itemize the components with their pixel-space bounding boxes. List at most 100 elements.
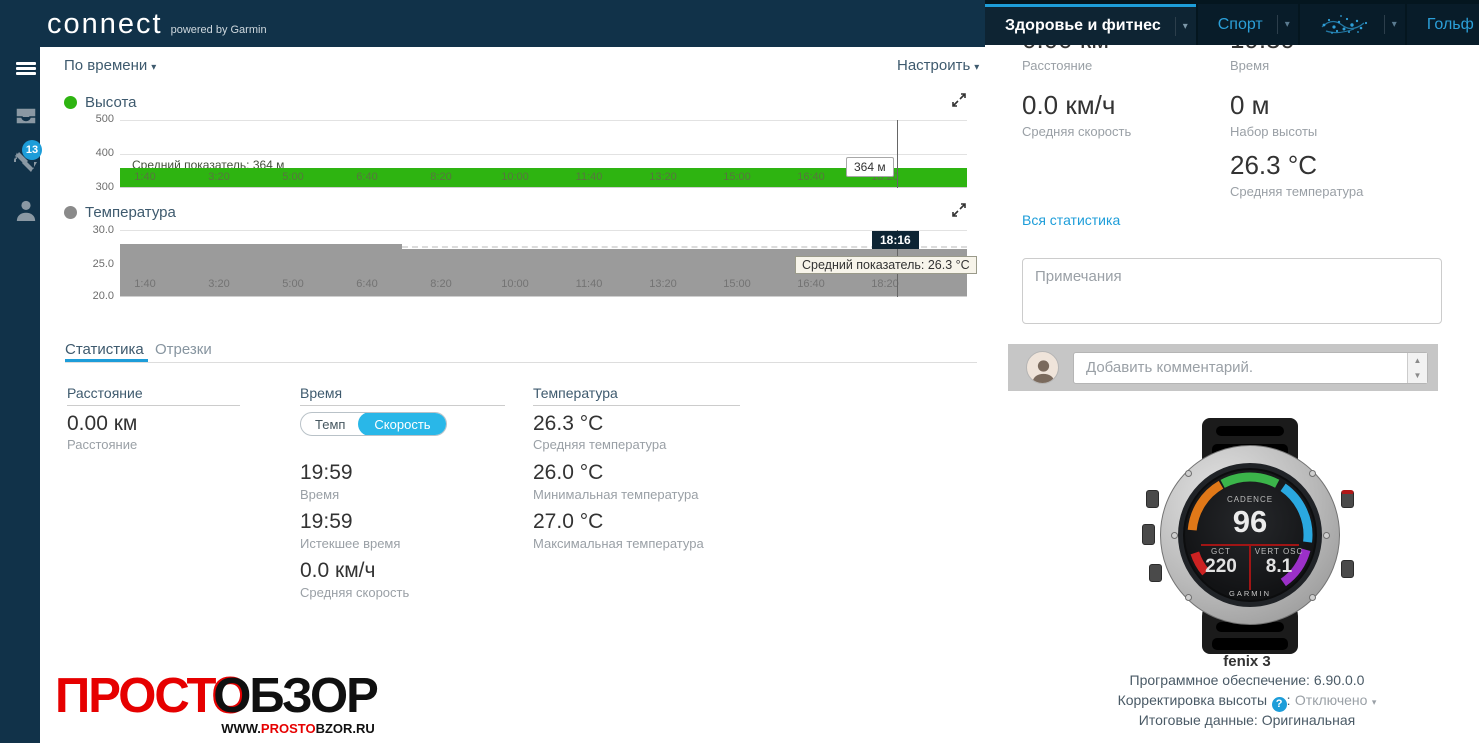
comment-input[interactable]: [1073, 352, 1428, 384]
altitude-xtick: 8:20: [430, 171, 451, 183]
temperature-xtick: 16:40: [797, 278, 825, 290]
watch-field1-value: 96: [1183, 504, 1317, 540]
altitude-legend-dot: [64, 96, 77, 109]
profile-icon[interactable]: [12, 198, 40, 222]
altitude-xtick: 13:20: [649, 171, 677, 183]
watch-field3-value: 8.1: [1249, 556, 1309, 578]
altitude-tooltip: 364 м: [846, 157, 894, 177]
watch-field2-value: 220: [1191, 556, 1251, 578]
watermark-url: WWW.: [221, 721, 261, 736]
altitude-crosshair: [897, 120, 898, 188]
temperature-expand-icon[interactable]: [952, 203, 966, 222]
time-col-header: Время: [300, 385, 342, 401]
step-up-icon[interactable]: ▲: [1408, 353, 1427, 368]
temperature-xtick: 1:40: [134, 278, 155, 290]
tab-caret-icon[interactable]: ▾: [1277, 15, 1298, 34]
temperature-chart[interactable]: 1:40 3:20 5:00 6:40 8:20 10:00 11:40 13:…: [120, 230, 967, 297]
elevation-correction-value[interactable]: Отключено: [1295, 692, 1368, 708]
tab-label: Спорт: [1198, 16, 1277, 34]
altitude-xtick: 10:00: [501, 171, 529, 183]
tab-sport[interactable]: Спорт ▾: [1198, 4, 1298, 45]
tab-caret-icon[interactable]: ▾: [1384, 15, 1405, 34]
distance-col-header: Расстояние: [67, 385, 143, 401]
notes-textarea[interactable]: [1022, 258, 1442, 324]
temperature-ytick: 20.0: [82, 290, 114, 302]
summary-elevgain-label: Набор высоты: [1230, 124, 1317, 139]
max-temp-value: 27.0 °C: [533, 510, 603, 534]
temperature-xtick: 3:20: [208, 278, 229, 290]
comment-stepper[interactable]: ▲ ▼: [1407, 353, 1427, 383]
elapsed-time-label: Истекшее время: [300, 536, 400, 551]
temperature-xtick: 6:40: [356, 278, 377, 290]
tab-obscured[interactable]: ▾: [1300, 4, 1405, 45]
temperature-legend[interactable]: Температура: [64, 204, 176, 221]
max-temp-label: Максимальная температура: [533, 536, 704, 551]
watermark-text: О: [213, 669, 249, 723]
watermark-text: БЗОР: [249, 669, 376, 723]
temperature-ytick: 25.0: [82, 258, 114, 270]
prostobzor-watermark: ПРОСТОБЗОР WWW.PROSTOBZOR.RU: [55, 672, 377, 735]
customize-dropdown[interactable]: Настроить▾: [897, 57, 979, 74]
view-mode-label: По времени: [64, 57, 147, 74]
watch-field2-label: GCT: [1191, 547, 1251, 556]
distance-label: Расстояние: [67, 437, 137, 452]
temperature-xtick: 11:40: [576, 278, 603, 290]
summary-speed-value: 0.0 км/ч: [1022, 90, 1115, 121]
logo-brand: connect: [47, 8, 163, 41]
watch-field3-label: VERT OSC: [1249, 547, 1309, 556]
pace-speed-toggle[interactable]: Темп Скорость: [300, 412, 447, 436]
distance-value: 0.00 км: [67, 412, 137, 436]
temperature-xtick: 13:20: [649, 278, 677, 290]
altitude-chart[interactable]: Средний показатель: 364 м 1:40 3:20 5:00…: [120, 120, 967, 188]
watermark-url: PROSTO: [261, 721, 316, 736]
step-down-icon[interactable]: ▼: [1408, 368, 1427, 383]
tab-label: Здоровье и фитнес: [985, 17, 1175, 35]
temperature-ytick: 30.0: [82, 224, 114, 236]
help-icon[interactable]: ?: [1272, 697, 1287, 712]
tab-laps[interactable]: Отрезки: [155, 341, 212, 358]
summary-temp-label: Средняя температура: [1230, 184, 1363, 199]
tab-golf[interactable]: Гольф ▾: [1407, 4, 1479, 45]
obscured-tab-scribble: [1314, 11, 1376, 39]
altitude-ytick: 400: [88, 147, 114, 159]
summary-time-label: Время: [1230, 58, 1269, 73]
time-value: 19:59: [300, 461, 353, 485]
avg-speed-label: Средняя скорость: [300, 585, 409, 600]
device-firmware: Программное обеспечение: 6.90.0.0: [1130, 672, 1365, 688]
altitude-xtick: 16:40: [797, 171, 825, 183]
altitude-xtick: 3:20: [208, 171, 229, 183]
garmin-connect-page: 0.00 км Расстояние 19:59 Время 0.0 км/ч …: [0, 0, 1479, 743]
altitude-expand-icon[interactable]: [952, 93, 966, 112]
notification-badge[interactable]: 13: [22, 140, 42, 160]
elapsed-time-value: 19:59: [300, 510, 353, 534]
device-name: fenix 3: [1040, 653, 1454, 670]
tab-health-fitness[interactable]: Здоровье и фитнес ▾: [985, 4, 1196, 45]
elevation-correction-caret-icon[interactable]: ▾: [1372, 697, 1377, 707]
tab-label: Гольф: [1407, 16, 1479, 34]
sidebar: [0, 0, 40, 743]
tab-caret-icon[interactable]: ▾: [1175, 17, 1196, 36]
inbox-icon[interactable]: [12, 105, 40, 127]
altitude-area-fill: [120, 168, 967, 187]
header-bar: connect powered by Garmin: [0, 0, 985, 47]
temperature-xtick: 18:20: [871, 278, 899, 290]
all-statistics-link[interactable]: Вся статистика: [1022, 212, 1120, 228]
menu-icon[interactable]: [12, 60, 40, 77]
toggle-speed[interactable]: Скорость: [358, 412, 446, 436]
toggle-pace[interactable]: Темп: [301, 413, 359, 435]
avg-temp-label: Средняя температура: [533, 437, 666, 452]
temperature-xtick: 10:00: [501, 278, 529, 290]
tab-statistics[interactable]: Статистика: [65, 341, 144, 358]
temperature-avg-tooltip: Средний показатель: 26.3 °C: [795, 256, 977, 274]
altitude-legend[interactable]: Высота: [64, 94, 137, 111]
view-mode-dropdown[interactable]: По времени▾: [64, 57, 156, 74]
temperature-time-tooltip: 18:16: [872, 231, 919, 249]
altitude-xtick: 6:40: [356, 171, 377, 183]
temperature-legend-label: Температура: [85, 204, 176, 221]
summary-elevgain-value: 0 м: [1230, 90, 1270, 121]
summary-speed-label: Средняя скорость: [1022, 124, 1131, 139]
altitude-xtick: 1:40: [134, 171, 155, 183]
device-watch-image: CADENCE 96 GCT 220 VERT OSC 8.1 GARMIN: [1138, 418, 1362, 654]
min-temp-label: Минимальная температура: [533, 487, 698, 502]
caret-down-icon: ▾: [974, 62, 979, 73]
